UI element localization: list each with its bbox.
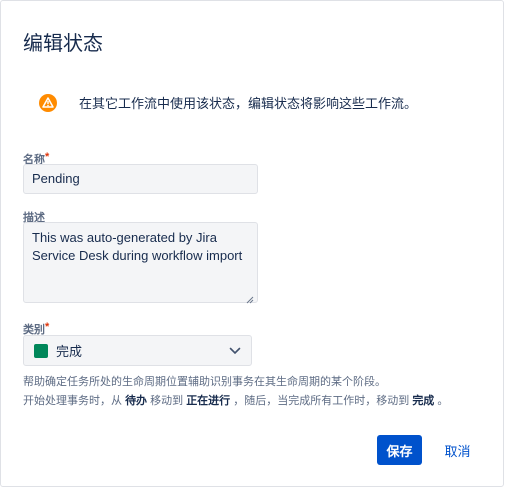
description-textarea[interactable]: This was auto-generated by Jira Service … bbox=[23, 222, 258, 304]
help-from-status: 待办 bbox=[125, 395, 148, 407]
name-input[interactable]: Pending bbox=[23, 164, 258, 194]
resize-handle-icon[interactable] bbox=[246, 291, 254, 304]
save-button[interactable]: 保存 bbox=[377, 435, 422, 465]
help-text-line2: 开始处理事务时，从 待办 移动到 正在进行 ，随后，当完成所有工作时，移动到 完… bbox=[23, 395, 449, 407]
description-text: This was auto-generated by Jira Service … bbox=[32, 230, 243, 263]
category-select[interactable]: 完成 bbox=[23, 335, 252, 366]
dialog-title: 编辑状态 bbox=[23, 33, 103, 55]
warning-icon bbox=[39, 93, 57, 112]
help-done-status: 完成 bbox=[412, 395, 435, 407]
help-text-line1: 帮助确定任务所处的生命周期位置辅助识别事务在其生命周期的某个阶段。 bbox=[23, 376, 386, 388]
cancel-button[interactable]: 取消 bbox=[435, 435, 480, 465]
required-mark: * bbox=[45, 321, 50, 333]
chevron-down-icon bbox=[229, 342, 241, 360]
help-to-status: 正在进行 bbox=[186, 395, 231, 407]
category-value: 完成 bbox=[56, 344, 83, 359]
warning-banner: 在其它工作流中使用该状态，编辑状态将影响这些工作流。 bbox=[39, 93, 417, 112]
category-color-swatch bbox=[34, 343, 48, 358]
edit-status-dialog: 编辑状态 在其它工作流中使用该状态，编辑状态将影响这些工作流。 名称* Pend… bbox=[0, 0, 504, 487]
warning-text: 在其它工作流中使用该状态，编辑状态将影响这些工作流。 bbox=[79, 96, 418, 111]
required-mark: * bbox=[45, 151, 50, 163]
